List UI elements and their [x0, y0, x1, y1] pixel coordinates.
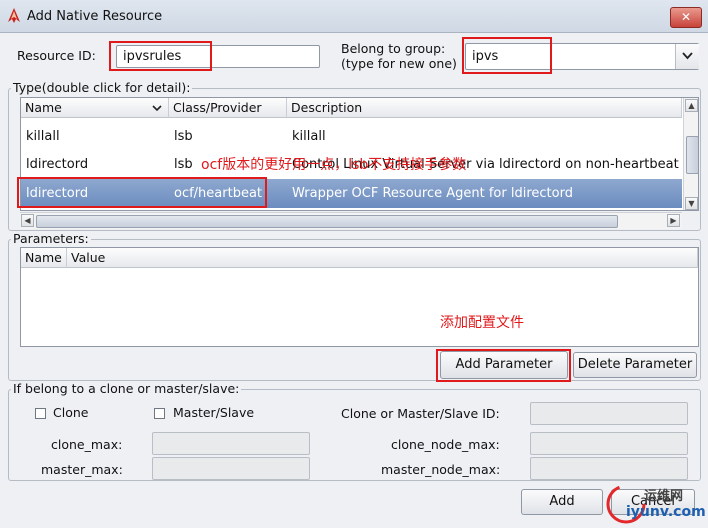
parameters-table[interactable]: Name Value — [20, 247, 699, 347]
clone-checkbox-label: Clone — [53, 405, 89, 420]
column-header-provider[interactable]: Class/Provider — [169, 98, 287, 118]
scroll-thumb[interactable] — [686, 136, 698, 174]
app-logo-icon — [8, 8, 20, 23]
clone-max-field[interactable] — [152, 432, 310, 455]
param-header-name[interactable]: Name — [21, 248, 67, 268]
resource-id-highlight — [109, 41, 212, 71]
column-header-name[interactable]: Name — [21, 98, 169, 118]
config-annotation: 添加配置文件 — [440, 315, 524, 331]
ocf-annotation: ocf版本的更好用一点，lsb不支持接手参数 — [201, 157, 467, 173]
clone-id-label: Clone or Master/Slave ID: — [341, 406, 500, 421]
scroll-down-icon[interactable]: ▼ — [685, 197, 698, 210]
master-max-label: master_max: — [41, 462, 123, 477]
horizontal-scroll-thumb[interactable] — [36, 215, 618, 228]
type-vertical-scrollbar[interactable]: ▲ ▼ — [683, 98, 698, 210]
column-header-description[interactable]: Description — [287, 98, 682, 118]
chevron-down-icon — [682, 52, 693, 60]
add-parameter-highlight — [436, 349, 571, 382]
scroll-up-icon[interactable]: ▲ — [685, 99, 698, 112]
param-header-value[interactable]: Value — [67, 248, 698, 268]
master-node-max-field[interactable] — [530, 457, 688, 480]
scroll-right-icon[interactable]: ▶ — [667, 214, 680, 227]
clone-node-max-field[interactable] — [530, 432, 688, 455]
title-bar: Add Native Resource ✕ — [0, 0, 708, 33]
clone-node-max-label: clone_node_max: — [391, 437, 500, 452]
sort-chevron-icon — [152, 105, 162, 112]
parameters-group-title: Parameters: — [11, 231, 91, 246]
master-node-max-label: master_node_max: — [381, 462, 501, 477]
type-horizontal-scrollbar[interactable]: ◀ ▶ — [20, 212, 682, 229]
resource-id-label: Resource ID: — [17, 48, 96, 63]
group-label-line2: (type for new one) — [341, 56, 457, 71]
watermark-line2: iyunv.com — [626, 504, 706, 520]
clone-group-title: If belong to a clone or master/slave: — [11, 381, 242, 396]
master-slave-checkbox[interactable] — [154, 408, 165, 419]
window-title: Add Native Resource — [27, 9, 163, 24]
clone-id-field[interactable] — [530, 402, 688, 425]
group-highlight — [462, 37, 552, 74]
group-dropdown-button[interactable] — [675, 44, 699, 69]
add-button[interactable]: Add — [521, 489, 603, 515]
ocf-row-highlight — [17, 177, 267, 208]
watermark-line1: 运维网 — [644, 489, 684, 504]
group-label-line1: Belong to group: — [341, 41, 446, 56]
watermark: 运维网 iyunv.com — [604, 482, 706, 526]
master-slave-checkbox-label: Master/Slave — [173, 405, 255, 420]
type-row-0[interactable]: killall lsb killall — [21, 122, 682, 151]
close-button[interactable]: ✕ — [670, 7, 702, 28]
delete-parameter-button[interactable]: Delete Parameter — [573, 352, 697, 378]
master-max-field[interactable] — [152, 457, 310, 480]
scroll-left-icon[interactable]: ◀ — [21, 214, 34, 227]
clone-checkbox[interactable] — [35, 408, 46, 419]
clone-max-label: clone_max: — [51, 437, 123, 452]
type-group-title: Type(double click for detail): — [11, 80, 193, 95]
